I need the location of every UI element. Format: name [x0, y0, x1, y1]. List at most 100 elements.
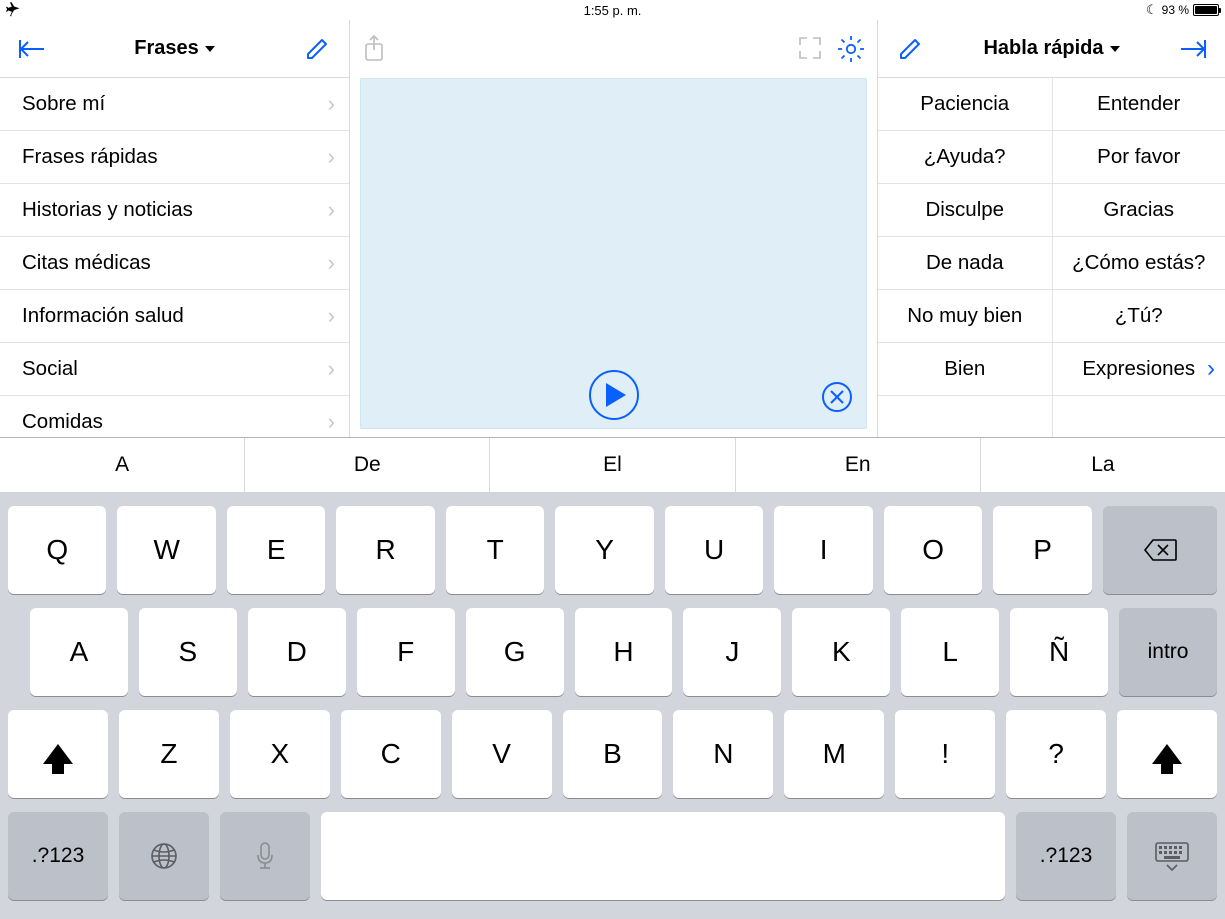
list-item[interactable]: Información salud›	[0, 290, 349, 343]
key-v[interactable]: V	[452, 710, 552, 798]
list-item[interactable]: Sobre mí›	[0, 78, 349, 131]
quick-speech-cell[interactable]: Entender	[1052, 78, 1225, 131]
quick-speech-cell[interactable]: Expresiones›	[1052, 343, 1225, 396]
enter-key[interactable]: intro	[1119, 608, 1217, 696]
list-item-label: Sobre mí	[22, 92, 105, 116]
do-not-disturb-icon: ☾	[1146, 2, 1158, 18]
dictation-key[interactable]	[220, 812, 310, 900]
key-t[interactable]: T	[446, 506, 544, 594]
list-item-label: Citas médicas	[22, 251, 151, 275]
key-c[interactable]: C	[341, 710, 441, 798]
quick-speech-cell[interactable]: No muy bien	[878, 290, 1052, 343]
key-m[interactable]: M	[784, 710, 884, 798]
list-item[interactable]: Social›	[0, 343, 349, 396]
quick-speech-cell[interactable]: Por favor	[1052, 131, 1225, 184]
quick-speech-title-dropdown[interactable]: Habla rápida	[932, 37, 1171, 60]
empty-cell	[878, 396, 1052, 437]
quick-speech-label: ¿Ayuda?	[924, 145, 1006, 169]
space-key[interactable]	[321, 812, 1005, 900]
chevron-right-icon: ›	[328, 250, 335, 276]
suggestion[interactable]: De	[245, 438, 490, 492]
key-b[interactable]: B	[563, 710, 663, 798]
key-exclaim[interactable]: !	[895, 710, 995, 798]
key-r[interactable]: R	[336, 506, 434, 594]
key-i[interactable]: I	[774, 506, 872, 594]
list-item[interactable]: Frases rápidas›	[0, 131, 349, 184]
phrases-title-dropdown[interactable]: Frases	[54, 37, 295, 60]
shift-up-icon	[1152, 744, 1182, 764]
key-e[interactable]: E	[227, 506, 325, 594]
dismiss-keyboard-key[interactable]	[1127, 812, 1217, 900]
list-item[interactable]: Historias y noticias›	[0, 184, 349, 237]
quick-speech-grid: Paciencia Entender ¿Ayuda? Por favor Disculp…	[878, 78, 1225, 437]
key-z[interactable]: Z	[119, 710, 219, 798]
list-item[interactable]: Citas médicas ›	[0, 237, 349, 290]
key-u[interactable]: U	[665, 506, 763, 594]
suggestion[interactable]: El	[490, 438, 735, 492]
key-p[interactable]: P	[993, 506, 1091, 594]
play-icon	[606, 383, 626, 407]
quick-speech-label: No muy bien	[907, 304, 1022, 328]
quick-speech-cell[interactable]: ¿Ayuda?	[878, 131, 1052, 184]
quick-speech-cell[interactable]: Paciencia	[878, 78, 1052, 131]
key-y[interactable]: Y	[555, 506, 653, 594]
list-item[interactable]: Comidas›	[0, 396, 349, 437]
globe-key[interactable]	[119, 812, 209, 900]
quick-speech-label: Paciencia	[920, 92, 1009, 116]
key-a[interactable]: A	[30, 608, 128, 696]
quick-speech-cell[interactable]: Bien	[878, 343, 1052, 396]
quick-speech-header: Habla rápida	[878, 20, 1225, 78]
key-w[interactable]: W	[117, 506, 215, 594]
key-n[interactable]: N	[673, 710, 773, 798]
key-ñ[interactable]: Ñ	[1010, 608, 1108, 696]
key-k[interactable]: K	[792, 608, 890, 696]
suggestion[interactable]: A	[0, 438, 245, 492]
quick-speech-label: De nada	[926, 251, 1004, 275]
suggestion[interactable]: La	[981, 438, 1225, 492]
key-s[interactable]: S	[139, 608, 237, 696]
symbols-key[interactable]: .?123	[8, 812, 108, 900]
settings-button[interactable]	[837, 35, 865, 63]
phrases-panel: Frases Sobre mí›Frases rápidas›Historias…	[0, 20, 350, 437]
key-d[interactable]: D	[248, 608, 346, 696]
suggestion[interactable]: En	[736, 438, 981, 492]
key-q[interactable]: Q	[8, 506, 106, 594]
key-h[interactable]: H	[575, 608, 673, 696]
key-o[interactable]: O	[884, 506, 982, 594]
key-x[interactable]: X	[230, 710, 330, 798]
key-g[interactable]: G	[466, 608, 564, 696]
quick-speech-label: Expresiones	[1082, 357, 1195, 381]
suggestion-bar: ADeElEnLa	[0, 438, 1225, 492]
edit-left-button[interactable]	[295, 36, 339, 62]
key-l[interactable]: L	[901, 608, 999, 696]
quick-speech-title-label: Habla rápida	[983, 37, 1103, 60]
quick-speech-label: Disculpe	[925, 198, 1004, 222]
quick-speech-cell[interactable]: De nada	[878, 237, 1052, 290]
phrases-title-label: Frases	[134, 37, 199, 60]
list-item-label: Información salud	[22, 304, 184, 328]
fullscreen-button[interactable]	[797, 35, 823, 63]
key-question[interactable]: ?	[1006, 710, 1106, 798]
status-right: ☾ 93 %	[1146, 2, 1219, 18]
phrases-list: Sobre mí›Frases rápidas›Historias y noti…	[0, 78, 349, 437]
shift-key[interactable]	[8, 710, 108, 798]
phrases-header: Frases	[0, 20, 349, 78]
compose-textarea[interactable]	[360, 78, 867, 429]
quick-speech-cell[interactable]: ¿Tú?	[1052, 290, 1225, 343]
shift-key[interactable]	[1117, 710, 1217, 798]
share-button[interactable]	[362, 34, 386, 64]
quick-speech-cell[interactable]: Gracias	[1052, 184, 1225, 237]
collapse-right-button[interactable]	[1171, 38, 1215, 60]
edit-right-button[interactable]	[888, 36, 932, 62]
list-item-label: Historias y noticias	[22, 198, 193, 222]
backspace-key[interactable]	[1103, 506, 1217, 594]
clear-button[interactable]	[822, 382, 852, 412]
key-j[interactable]: J	[683, 608, 781, 696]
symbols-key[interactable]: .?123	[1016, 812, 1116, 900]
shift-up-icon	[43, 744, 73, 764]
collapse-left-button[interactable]	[10, 38, 54, 60]
quick-speech-cell[interactable]: ¿Cómo estás?	[1052, 237, 1225, 290]
quick-speech-cell[interactable]: Disculpe	[878, 184, 1052, 237]
play-button[interactable]	[589, 370, 639, 420]
key-f[interactable]: F	[357, 608, 455, 696]
